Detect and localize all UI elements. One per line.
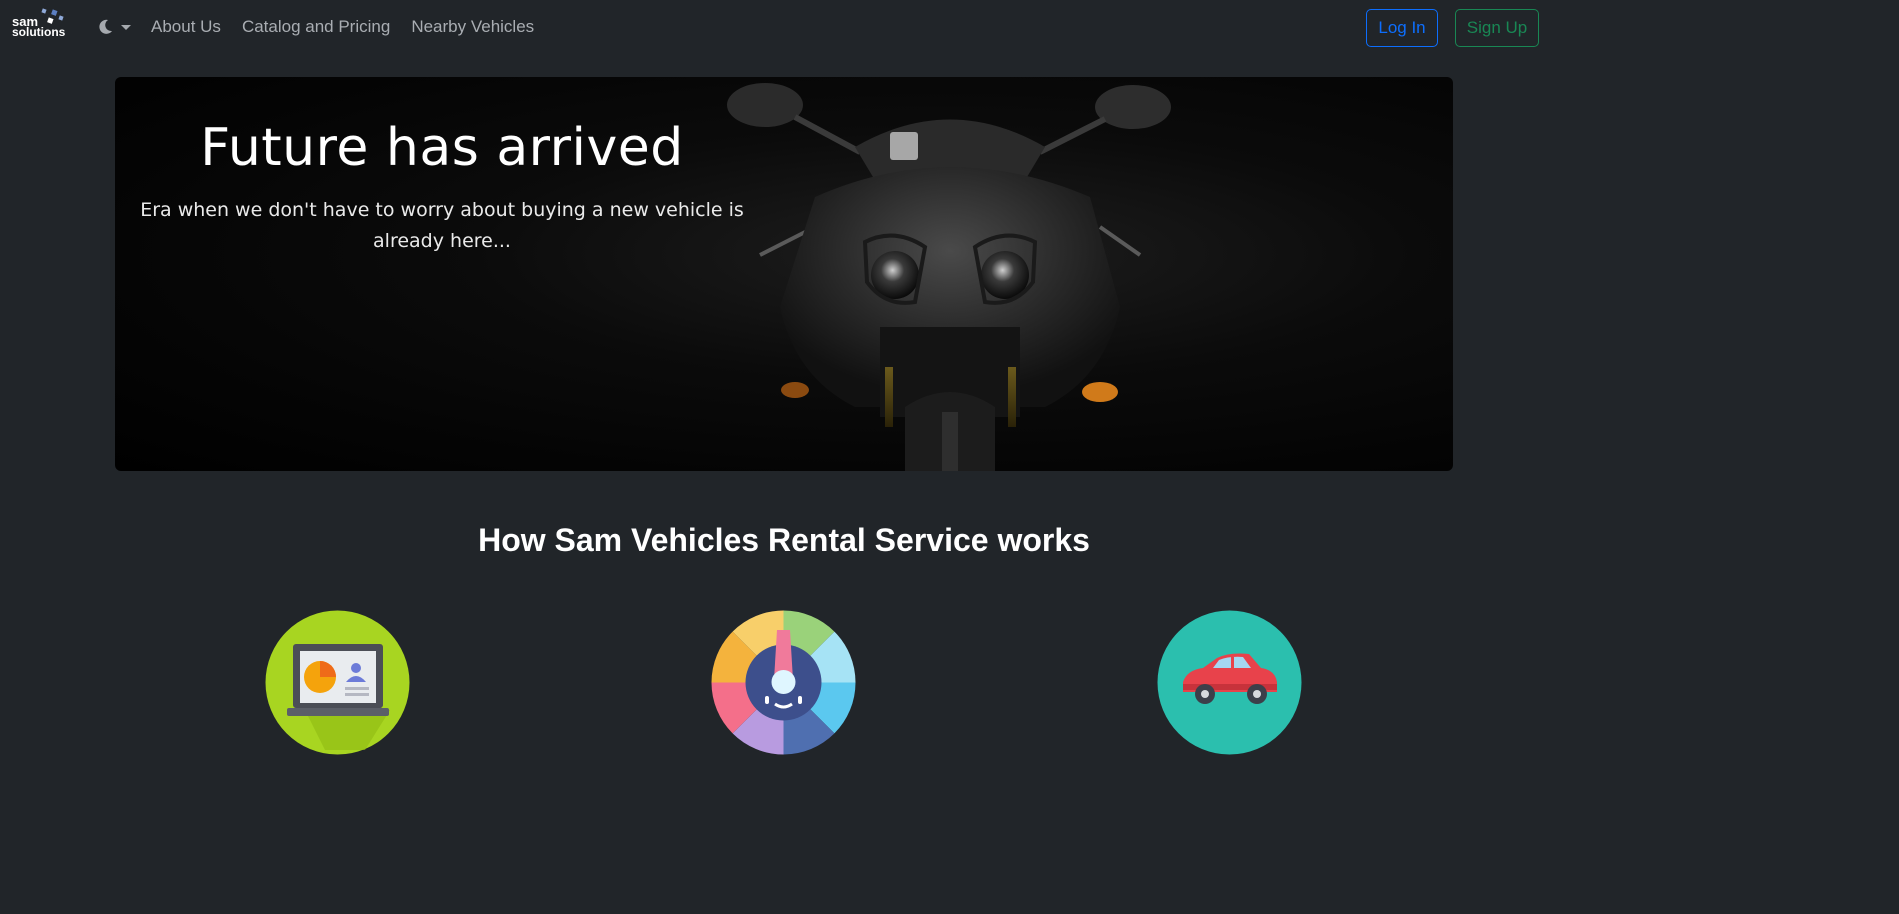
hero-title: Future has arrived: [200, 118, 684, 178]
hero-text: Future has arrived Era when we don't hav…: [127, 117, 757, 257]
chevron-down-icon: [121, 24, 131, 30]
hero-subtitle: Era when we don't have to worry about bu…: [140, 199, 744, 252]
brand-logo[interactable]: sam solutions: [12, 8, 76, 38]
login-button[interactable]: Log In: [1366, 9, 1438, 47]
nav-about-us[interactable]: About Us: [151, 17, 221, 37]
nav-nearby-vehicles[interactable]: Nearby Vehicles: [411, 17, 534, 37]
svg-text:solutions: solutions: [12, 25, 66, 38]
nav-links: About Us Catalog and Pricing Nearby Vehi…: [151, 17, 534, 37]
car-icon: [1157, 610, 1302, 755]
moon-icon: [99, 19, 112, 34]
speedometer-icon: [711, 610, 856, 755]
nav-catalog-pricing[interactable]: Catalog and Pricing: [242, 17, 390, 37]
hero-banner: Future has arrived Era when we don't hav…: [115, 77, 1453, 471]
signup-button[interactable]: Sign Up: [1455, 9, 1539, 47]
laptop-dashboard-icon: [265, 610, 410, 755]
theme-toggle-dropdown[interactable]: [99, 16, 131, 38]
how-it-works-title: How Sam Vehicles Rental Service works: [478, 522, 1090, 558]
navbar: sam solutions About Us Catalog and Prici…: [0, 0, 1568, 56]
